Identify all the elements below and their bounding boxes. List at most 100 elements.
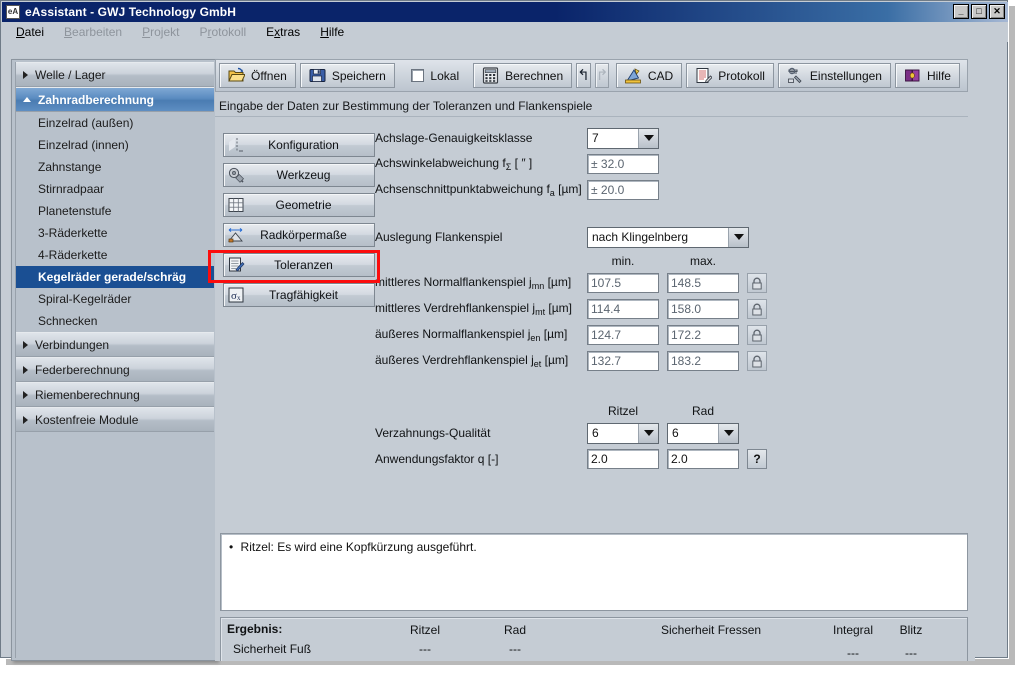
open-button-label: Öffnen xyxy=(251,69,287,83)
gear-header-row: Ritzel Rad xyxy=(375,402,955,420)
sidebar-item-planetenstufe[interactable]: Planetenstufe xyxy=(16,200,214,222)
werkzeug-label: Werkzeug xyxy=(245,168,374,182)
open-button[interactable]: Öffnen xyxy=(219,63,296,88)
local-checkbox[interactable]: Lokal xyxy=(401,63,469,88)
quality-pinion-select[interactable]: 6 xyxy=(587,423,659,444)
chevron-down-icon[interactable] xyxy=(638,424,658,443)
jen-lock-button[interactable] xyxy=(747,325,767,345)
message-text: Ritzel: Es wird eine Kopfkürzung ausgefü… xyxy=(241,540,477,554)
save-button[interactable]: Speichern xyxy=(300,63,395,88)
application-factor-help-button[interactable]: ? xyxy=(747,449,767,469)
axis-point-deviation-input[interactable]: ± 20.0 xyxy=(587,180,659,200)
konfiguration-button[interactable]: Konfiguration xyxy=(223,133,375,157)
sidebar-item-4-raederkette[interactable]: 4-Räderkette xyxy=(16,244,214,266)
jmn-min-input[interactable]: 107.5 xyxy=(587,273,659,293)
sidebar-item-stirnradpaar[interactable]: Stirnradpaar xyxy=(16,178,214,200)
menu-datei[interactable]: Datei xyxy=(16,25,44,39)
backlash-design-select[interactable]: nach Klingelnberg xyxy=(587,227,749,248)
werkzeug-button[interactable]: Werkzeug xyxy=(223,163,375,187)
chevron-down-icon[interactable] xyxy=(638,129,658,148)
form-row-application-factor: Anwendungsfaktor q [-] 2.0 2.0 ? xyxy=(375,448,955,470)
jen-min-input[interactable]: 124.7 xyxy=(587,325,659,345)
protocol-button[interactable]: Protokoll xyxy=(686,63,774,88)
sidebar-item-zahnstange[interactable]: Zahnstange xyxy=(16,156,214,178)
sidebar-item-kegelraeder-gerade-schraeg[interactable]: Kegelräder gerade/schräg xyxy=(16,266,214,288)
local-checkbox-label: Lokal xyxy=(430,69,459,83)
sidebar-item-einzelrad-innen[interactable]: Einzelrad (innen) xyxy=(16,134,214,156)
title-bar: eA eAssistant - GWJ Technology GmbH _ □ … xyxy=(2,2,1008,22)
jmn-max-input[interactable]: 148.5 xyxy=(667,273,739,293)
results-title: Ergebnis: xyxy=(227,622,282,636)
jen-max-input[interactable]: 172.2 xyxy=(667,325,739,345)
chevron-down-icon[interactable] xyxy=(718,424,738,443)
menu-hilfe[interactable]: Hilfe xyxy=(320,25,344,39)
application-factor-wheel-input[interactable]: 2.0 xyxy=(667,449,739,469)
results-row-wheel: --- xyxy=(485,642,545,656)
axis-point-deviation-label: Achsenschnittpunktabweichung fa [µm] xyxy=(375,183,587,198)
application-window: eA eAssistant - GWJ Technology GmbH _ □ … xyxy=(0,0,1008,658)
sidebar-group-welle-lager[interactable]: Welle / Lager xyxy=(16,62,214,87)
maximize-button[interactable]: □ xyxy=(971,4,987,19)
sidebar-item-3-raederkette[interactable]: 3-Räderkette xyxy=(16,222,214,244)
application-factor-label: Anwendungsfaktor q [-] xyxy=(375,453,587,465)
jet-max-input[interactable]: 183.2 xyxy=(667,351,739,371)
axis-angle-deviation-input[interactable]: ± 32.0 xyxy=(587,154,659,174)
message-box[interactable]: • Ritzel: Es wird eine Kopfkürzung ausge… xyxy=(220,533,968,611)
jet-lock-button[interactable] xyxy=(747,351,767,371)
chevron-down-icon[interactable] xyxy=(728,228,748,247)
sidebar-group-verbindungen[interactable]: Verbindungen xyxy=(16,332,214,357)
sidebar-item-label: Planetenstufe xyxy=(38,204,111,218)
axis-angle-deviation-label: Achswinkelabweichung fΣ [ ″ ] xyxy=(375,157,587,172)
sidebar-group-label: Zahnradberechnung xyxy=(38,93,154,107)
geometry-icon xyxy=(227,196,245,214)
sidebar-group-riemenberechnung[interactable]: Riemenberechnung xyxy=(16,382,214,407)
sidebar-group-zahnradberechnung[interactable]: Zahnradberechnung xyxy=(16,87,214,112)
minmax-header-row: min. max. xyxy=(375,252,955,270)
jmt-max-input[interactable]: 158.0 xyxy=(667,299,739,319)
results-row-pinion: --- xyxy=(395,642,455,656)
radkoerpermasse-button[interactable]: Radkörpermaße xyxy=(223,223,375,247)
save-button-label: Speichern xyxy=(332,69,386,83)
jmt-min-input[interactable]: 114.4 xyxy=(587,299,659,319)
form-row-jen: äußeres Normalflankenspiel jen [µm] 124.… xyxy=(375,324,955,346)
quality-wheel-select[interactable]: 6 xyxy=(667,423,739,444)
form-row-jmt: mittleres Verdrehflankenspiel jmt [µm] 1… xyxy=(375,298,955,320)
sidebar-item-spiral-kegelraeder[interactable]: Spiral-Kegelräder xyxy=(16,288,214,310)
settings-button[interactable]: Einstellungen xyxy=(778,63,891,88)
min-header: min. xyxy=(587,254,659,268)
menu-extras[interactable]: Extras xyxy=(266,25,300,39)
menu-projekt[interactable]: Projekt xyxy=(142,25,179,39)
results-row-flash: --- xyxy=(887,646,935,660)
sidebar-group-kostenfreie-module[interactable]: Kostenfreie Module xyxy=(16,407,214,432)
results-data-row: Sicherheit Fuß --- --- --- --- xyxy=(221,638,967,658)
form-row-accuracy-class: Achslage-Genauigkeitsklasse 7 xyxy=(375,127,955,149)
redo-button[interactable]: ↱ xyxy=(595,63,610,88)
application-factor-pinion-input[interactable]: 2.0 xyxy=(587,449,659,469)
accuracy-class-select[interactable]: 7 xyxy=(587,128,659,149)
tragfaehigkeit-button[interactable]: σ x Tragfähigkeit xyxy=(223,283,375,307)
accuracy-class-value: 7 xyxy=(588,129,638,148)
menu-protokoll[interactable]: Protokoll xyxy=(199,25,246,39)
close-button[interactable]: ✕ xyxy=(989,4,1005,19)
help-button[interactable]: Hilfe xyxy=(895,63,960,88)
floppy-disk-icon xyxy=(309,67,326,84)
form-row-backlash-design: Auslegung Flankenspiel nach Klingelnberg xyxy=(375,226,955,248)
calculate-button[interactable]: Berechnen xyxy=(473,63,572,88)
backlash-design-label: Auslegung Flankenspiel xyxy=(375,231,587,243)
jet-min-input[interactable]: 132.7 xyxy=(587,351,659,371)
undo-button[interactable]: ↰ xyxy=(576,63,591,88)
wheel-header: Rad xyxy=(667,404,739,418)
message-bullet-icon: • xyxy=(229,540,233,554)
menu-bearbeiten[interactable]: Bearbeiten xyxy=(64,25,122,39)
sidebar-item-schnecken[interactable]: Schnecken xyxy=(16,310,214,332)
tool-icon xyxy=(227,166,245,184)
geometrie-button[interactable]: Geometrie xyxy=(223,193,375,217)
cad-button[interactable]: CAD xyxy=(616,63,682,88)
jmt-lock-button[interactable] xyxy=(747,299,767,319)
sidebar-group-federberechnung[interactable]: Federberechnung xyxy=(16,357,214,382)
toleranzen-button[interactable]: Toleranzen xyxy=(223,253,375,277)
sidebar-item-einzelrad-aussen[interactable]: Einzelrad (außen) xyxy=(16,112,214,134)
toleranzen-label: Toleranzen xyxy=(245,258,374,272)
minimize-button[interactable]: _ xyxy=(953,4,969,19)
jmn-lock-button[interactable] xyxy=(747,273,767,293)
